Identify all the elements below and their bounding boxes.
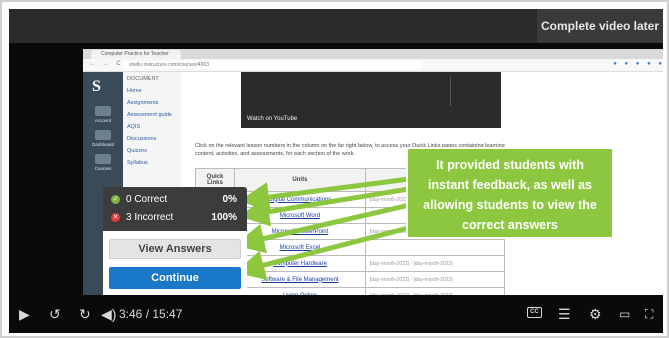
screenshot-frame: Complete video later Computer Practice f…	[0, 0, 669, 338]
correct-row: ✓ 0 Correct 0%	[109, 192, 241, 208]
settings-gear-icon[interactable]: ⚙	[589, 306, 602, 322]
time-display: 3:46 / 15:47	[119, 307, 182, 321]
callout-line: instant feedback, as well as	[428, 178, 592, 192]
continue-button[interactable]: Continue	[109, 267, 241, 289]
forward-icon[interactable]: ↻	[79, 306, 91, 322]
arrow-to-correct	[239, 176, 412, 212]
incorrect-row: ✕ 3 Incorrect 100%	[109, 210, 241, 226]
incorrect-percent: 100%	[211, 212, 237, 223]
callout-line: allowing students to view the	[423, 198, 597, 212]
volume-icon[interactable]: ◀)	[101, 306, 116, 322]
rewind-icon[interactable]: ↺	[49, 306, 61, 322]
chapters-list-icon[interactable]: ☰	[558, 306, 571, 322]
current-time: 3:46	[119, 307, 143, 321]
incorrect-count: 3 Incorrect	[126, 212, 174, 223]
play-icon[interactable]: ▶	[19, 306, 30, 322]
quiz-feedback-popup: ✓ 0 Correct 0% ✕ 3 Incorrect 100% View A…	[103, 187, 247, 297]
time-separator: /	[142, 307, 153, 321]
video-player[interactable]: Complete video later Computer Practice f…	[9, 9, 663, 333]
callout-line: It provided students with	[436, 158, 584, 172]
callout-line: correct answers	[462, 218, 558, 232]
callout-text: It provided students with instant feedba…	[408, 155, 612, 235]
annotation-callout: It provided students with instant feedba…	[406, 147, 614, 239]
popup-actions: View Answers Continue	[103, 231, 247, 297]
fullscreen-icon[interactable]: ⛶	[645, 306, 653, 322]
closed-captions-icon[interactable]: CC	[527, 307, 542, 318]
total-time: 15:47	[152, 307, 183, 321]
arrow-to-continue	[234, 221, 427, 280]
checkmark-icon: ✓	[111, 195, 120, 204]
correct-count: 0 Correct	[126, 194, 168, 205]
x-circle-icon: ✕	[111, 213, 120, 222]
view-answers-button[interactable]: View Answers	[109, 239, 241, 259]
player-control-bar: ▶ ↺ ↻ ◀) 3:46 / 15:47 CC ☰ ⚙ ▭ ⛶	[9, 295, 663, 333]
correct-percent: 0%	[222, 194, 237, 205]
picture-in-picture-icon[interactable]: ▭	[619, 306, 630, 322]
